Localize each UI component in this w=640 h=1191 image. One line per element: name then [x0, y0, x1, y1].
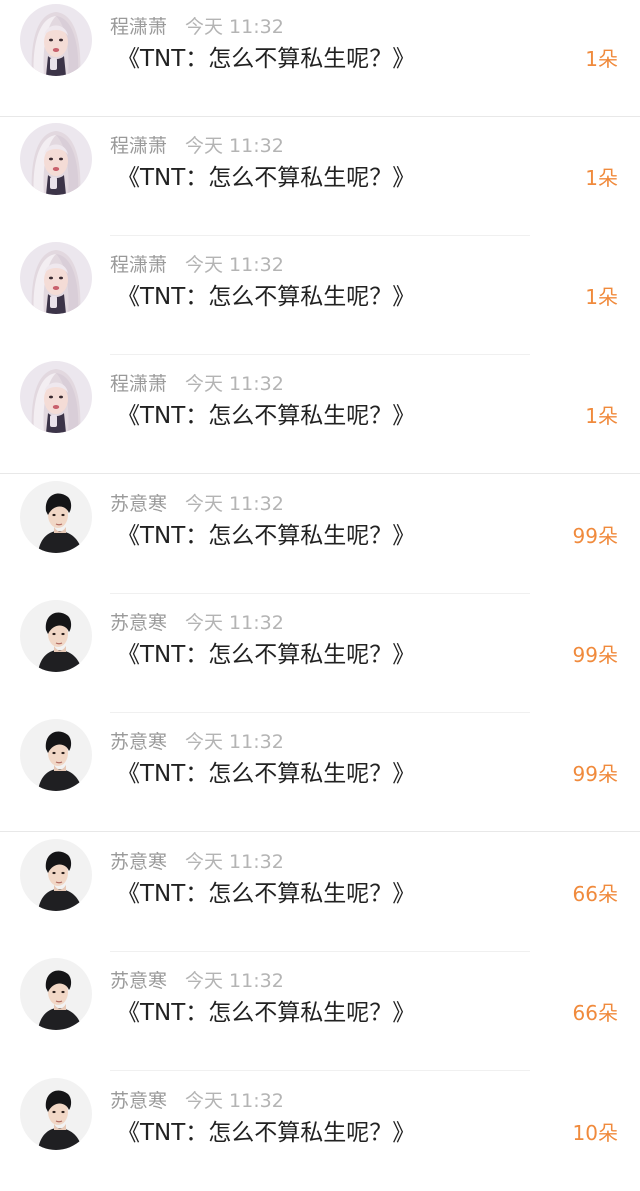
flower-count: 1朵 [585, 404, 618, 428]
item-title[interactable]: 《TNT：怎么不算私生呢？》 [117, 1116, 415, 1150]
divider [110, 1070, 530, 1071]
boy-avatar-icon [20, 1078, 92, 1150]
list-item[interactable]: 程潇萧 今天 11:32 《TNT：怎么不算私生呢？》 1朵 [0, 0, 640, 117]
flower-count: 1朵 [585, 285, 618, 309]
divider [0, 473, 640, 474]
flower-count: 99朵 [572, 524, 618, 548]
username[interactable]: 苏意寒 [110, 493, 167, 515]
girl-avatar-icon [20, 123, 92, 195]
user-avatar[interactable] [20, 481, 92, 553]
item-title[interactable]: 《TNT：怎么不算私生呢？》 [117, 399, 415, 433]
boy-avatar-icon [20, 839, 92, 911]
username[interactable]: 程潇萧 [110, 373, 167, 395]
girl-avatar-icon [20, 4, 92, 76]
list-item[interactable]: 苏意寒 今天 11:32 《TNT：怎么不算私生呢？》 99朵 [0, 713, 640, 832]
item-title[interactable]: 《TNT：怎么不算私生呢？》 [117, 877, 415, 911]
user-avatar[interactable] [20, 361, 92, 433]
item-meta: 苏意寒 今天 11:32 [110, 491, 284, 517]
timestamp: 今天 11:32 [185, 612, 284, 634]
item-meta: 苏意寒 今天 11:32 [110, 610, 284, 636]
item-title[interactable]: 《TNT：怎么不算私生呢？》 [117, 280, 415, 314]
user-avatar[interactable] [20, 839, 92, 911]
item-title[interactable]: 《TNT：怎么不算私生呢？》 [117, 996, 415, 1030]
gift-list: 程潇萧 今天 11:32 《TNT：怎么不算私生呢？》 1朵 程潇萧 今天 11:3… [0, 0, 640, 1177]
boy-avatar-icon [20, 481, 92, 553]
flower-count: 66朵 [572, 1001, 618, 1025]
timestamp: 今天 11:32 [185, 970, 284, 992]
flower-count: 66朵 [572, 882, 618, 906]
item-title[interactable]: 《TNT：怎么不算私生呢？》 [117, 42, 415, 76]
item-title[interactable]: 《TNT：怎么不算私生呢？》 [117, 757, 415, 791]
timestamp: 今天 11:32 [185, 254, 284, 276]
user-avatar[interactable] [20, 242, 92, 314]
list-item[interactable]: 苏意寒 今天 11:32 《TNT：怎么不算私生呢？》 66朵 [0, 833, 640, 952]
item-meta: 苏意寒 今天 11:32 [110, 849, 284, 875]
timestamp: 今天 11:32 [185, 135, 284, 157]
timestamp: 今天 11:32 [185, 373, 284, 395]
user-avatar[interactable] [20, 958, 92, 1030]
item-title[interactable]: 《TNT：怎么不算私生呢？》 [117, 519, 415, 553]
list-item[interactable]: 苏意寒 今天 11:32 《TNT：怎么不算私生呢？》 99朵 [0, 475, 640, 594]
list-item[interactable]: 苏意寒 今天 11:32 《TNT：怎么不算私生呢？》 66朵 [0, 952, 640, 1071]
item-title[interactable]: 《TNT：怎么不算私生呢？》 [117, 638, 415, 672]
user-avatar[interactable] [20, 719, 92, 791]
username[interactable]: 苏意寒 [110, 851, 167, 873]
username[interactable]: 程潇萧 [110, 16, 167, 38]
item-meta: 苏意寒 今天 11:32 [110, 1088, 284, 1114]
list-item[interactable]: 苏意寒 今天 11:32 《TNT：怎么不算私生呢？》 99朵 [0, 594, 640, 713]
item-meta: 苏意寒 今天 11:32 [110, 729, 284, 755]
list-item[interactable]: 苏意寒 今天 11:32 《TNT：怎么不算私生呢？》 10朵 [0, 1072, 640, 1191]
boy-avatar-icon [20, 719, 92, 791]
timestamp: 今天 11:32 [185, 731, 284, 753]
item-meta: 程潇萧 今天 11:32 [110, 133, 284, 159]
item-title[interactable]: 《TNT：怎么不算私生呢？》 [117, 161, 415, 195]
girl-avatar-icon [20, 242, 92, 314]
timestamp: 今天 11:32 [185, 851, 284, 873]
user-avatar[interactable] [20, 600, 92, 672]
username[interactable]: 苏意寒 [110, 731, 167, 753]
item-meta: 苏意寒 今天 11:32 [110, 968, 284, 994]
item-meta: 程潇萧 今天 11:32 [110, 14, 284, 40]
girl-avatar-icon [20, 361, 92, 433]
item-meta: 程潇萧 今天 11:32 [110, 252, 284, 278]
user-avatar[interactable] [20, 1078, 92, 1150]
username[interactable]: 苏意寒 [110, 1090, 167, 1112]
item-meta: 程潇萧 今天 11:32 [110, 371, 284, 397]
list-item[interactable]: 程潇萧 今天 11:32 《TNT：怎么不算私生呢？》 1朵 [0, 117, 640, 236]
timestamp: 今天 11:32 [185, 493, 284, 515]
username[interactable]: 程潇萧 [110, 254, 167, 276]
flower-count: 1朵 [585, 166, 618, 190]
boy-avatar-icon [20, 958, 92, 1030]
username[interactable]: 程潇萧 [110, 135, 167, 157]
flower-count: 10朵 [572, 1121, 618, 1145]
username[interactable]: 苏意寒 [110, 612, 167, 634]
user-avatar[interactable] [20, 123, 92, 195]
flower-count: 99朵 [572, 762, 618, 786]
timestamp: 今天 11:32 [185, 1090, 284, 1112]
timestamp: 今天 11:32 [185, 16, 284, 38]
flower-count: 1朵 [585, 47, 618, 71]
divider [0, 831, 640, 832]
flower-count: 99朵 [572, 643, 618, 667]
user-avatar[interactable] [20, 4, 92, 76]
list-item[interactable]: 程潇萧 今天 11:32 《TNT：怎么不算私生呢？》 1朵 [0, 236, 640, 355]
username[interactable]: 苏意寒 [110, 970, 167, 992]
boy-avatar-icon [20, 600, 92, 672]
list-item[interactable]: 程潇萧 今天 11:32 《TNT：怎么不算私生呢？》 1朵 [0, 355, 640, 474]
